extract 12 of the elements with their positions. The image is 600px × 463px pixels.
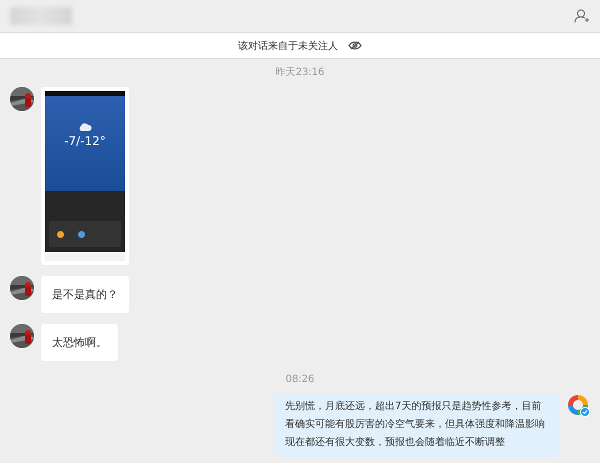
hidden-eye-icon[interactable] <box>348 41 362 50</box>
message-bubble: 先别慌，月底还远，超出7天的预报只是趋势性参考，目前看确实可能有股厉害的冷空气要来，但具体强度和降温影响现在都还有很大变数，预报也会随着临近不断调整 <box>273 393 559 457</box>
temperature-text: -7/-12° <box>64 134 106 148</box>
timestamp: 08:26 <box>286 374 314 385</box>
cloud-icon <box>78 122 92 132</box>
notice-text: 该对话来自于未关注人 <box>238 40 338 52</box>
image-bubble[interactable]: -7/-12° <box>41 87 129 265</box>
message-bubble: 太恐怖啊。 <box>41 324 118 361</box>
add-contact-icon[interactable] <box>574 9 590 23</box>
timestamp: 昨天23:16 <box>276 66 324 79</box>
message-bubble: 是不是真的？ <box>41 276 129 313</box>
ring-logo-icon <box>566 393 590 417</box>
